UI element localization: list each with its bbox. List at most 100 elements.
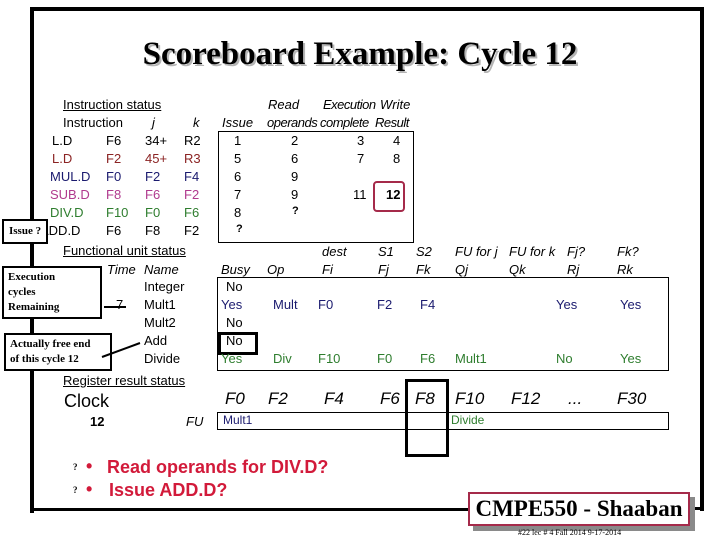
register-fu-value: Divide xyxy=(451,413,485,427)
fu-rk: Yes xyxy=(620,351,642,366)
frame-left xyxy=(30,7,34,513)
instr-write: 4 xyxy=(393,133,401,148)
instr-write: 8 xyxy=(393,151,401,166)
instr-k: R3 xyxy=(184,151,201,166)
register-fu-value: Mult1 xyxy=(223,413,253,427)
fu-busy: No xyxy=(226,279,243,294)
frame-right xyxy=(700,7,704,511)
free-callout: Actually free end of this cycle 12 xyxy=(4,333,112,371)
instr-j: 34+ xyxy=(145,133,168,148)
instr-issue: 8 xyxy=(234,205,242,220)
frame-top xyxy=(30,7,704,11)
clock-label: Clock xyxy=(64,391,110,411)
col-read-top: Read xyxy=(268,97,300,112)
instr-k: F6 xyxy=(184,205,200,220)
execution-callout-line2: cycles xyxy=(8,286,36,298)
col-j: j xyxy=(152,115,155,130)
instr-j: F8 xyxy=(145,223,161,238)
instr-dest: F10 xyxy=(106,205,129,220)
clock-value: 12 xyxy=(90,414,105,429)
fu-fj: F2 xyxy=(377,297,393,312)
instr-dest: F0 xyxy=(106,169,122,184)
instr-j: F2 xyxy=(145,169,161,184)
instr-k: R2 xyxy=(184,133,201,148)
instr-op: L.D xyxy=(52,133,73,148)
page-title: Scoreboard Example: Cycle 12 xyxy=(142,36,578,72)
frame-bottom-left xyxy=(30,508,470,511)
instr-issue: 6 xyxy=(234,169,242,184)
fu-op: Div xyxy=(273,351,292,366)
instr-read: 9 xyxy=(291,169,299,184)
col-read-bottom: operands xyxy=(267,115,318,130)
fu-fk: F4 xyxy=(420,297,436,312)
write-result-highlight xyxy=(373,181,405,212)
fu-qj: Mult1 xyxy=(455,351,487,366)
instr-dest: F2 xyxy=(106,151,122,166)
footer: #22 lec # 4 Fall 2014 9-17-2014 xyxy=(518,528,622,537)
fu-fk: F6 xyxy=(420,351,436,366)
fu-col-fk: Fk xyxy=(416,262,431,277)
bullet-icon: • xyxy=(86,479,93,499)
issue-callout: Issue ? xyxy=(2,219,49,244)
frame-bottom-right xyxy=(688,507,704,510)
instruction-status-heading: Instruction status xyxy=(63,97,162,112)
bullet-icon: • xyxy=(86,456,93,476)
instr-k: F4 xyxy=(184,169,200,184)
instr-op: DIV.D xyxy=(50,205,84,220)
fu-col-fjq: Fj? xyxy=(567,244,586,259)
question-marker: ? xyxy=(73,485,78,495)
free-callout-pointer xyxy=(101,342,141,358)
fu-col-time: Time xyxy=(107,262,136,277)
register-f10: F10 xyxy=(455,389,485,408)
free-callout-line2: of this cycle 12 xyxy=(10,353,79,365)
course-badge: CMPE550 - Shaaban xyxy=(468,492,690,526)
f8-highlight xyxy=(405,379,449,457)
fu-col-fuj: FU for j xyxy=(455,244,498,259)
instr-dest: F6 xyxy=(106,133,122,148)
execution-cycles-callout: Execution cycles Remaining xyxy=(2,266,102,319)
register-f6: F6 xyxy=(380,389,400,408)
col-exec-bottom: complete xyxy=(320,115,369,130)
execution-callout-line1: Execution xyxy=(8,271,56,283)
instr-k: F2 xyxy=(184,223,200,238)
fu-fi: F10 xyxy=(318,351,341,366)
fu-name: Add xyxy=(144,333,168,348)
fu-col-op: Op xyxy=(267,262,285,277)
question-text: Issue ADD.D? xyxy=(109,480,228,500)
fu-row-label: FU xyxy=(186,414,204,429)
instr-exec: 11 xyxy=(353,187,367,202)
instr-k: F2 xyxy=(184,187,200,202)
instr-j: F6 xyxy=(145,187,161,202)
fu-col-busy: Busy xyxy=(221,262,250,277)
col-instruction: Instruction xyxy=(63,115,123,130)
fu-name: Mult2 xyxy=(144,315,176,330)
instr-read: 6 xyxy=(291,151,299,166)
instr-dest: F8 xyxy=(106,187,122,202)
fu-name: Integer xyxy=(144,279,185,294)
fu-rj: No xyxy=(556,351,573,366)
execution-callout-line3: Remaining xyxy=(8,301,60,313)
fu-col-s2: S2 xyxy=(416,244,432,259)
fu-name: Divide xyxy=(144,351,181,366)
instr-dest: F6 xyxy=(106,223,122,238)
instr-read: ? xyxy=(292,205,299,217)
free-callout-line1: Actually free end xyxy=(10,338,91,350)
fu-busy: Yes xyxy=(221,297,243,312)
fu-col-fkq: Fk? xyxy=(617,244,639,259)
register-f0: F0 xyxy=(225,389,245,408)
instr-issue: 7 xyxy=(234,187,242,202)
fu-op: Mult xyxy=(273,297,298,312)
fu-name: Mult1 xyxy=(144,297,176,312)
instr-exec: 3 xyxy=(357,133,365,148)
register-f4: F4 xyxy=(324,389,344,408)
fu-col-rj: Rj xyxy=(567,262,580,277)
instr-op: SUB.D xyxy=(50,187,90,202)
fu-status-heading: Functional unit status xyxy=(63,243,186,258)
fu-fj: F0 xyxy=(377,351,393,366)
fu-col-fi: Fi xyxy=(322,262,333,277)
register-f30: F30 xyxy=(617,389,647,408)
register-ellipsis: ... xyxy=(568,389,583,408)
fu-col-qj: Qj xyxy=(455,262,468,277)
question-text: Read operands for DIV.D? xyxy=(107,457,329,477)
instr-op: L.D xyxy=(52,151,73,166)
